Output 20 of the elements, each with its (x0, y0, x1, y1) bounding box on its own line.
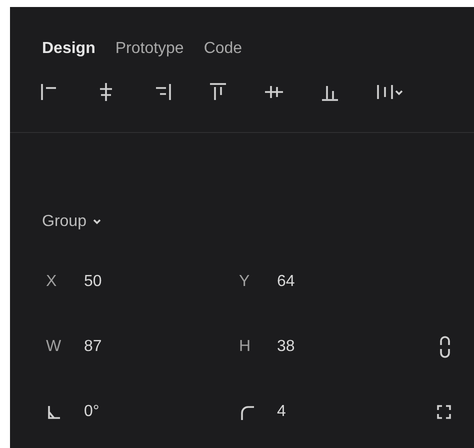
field-label: X (46, 272, 58, 290)
field-label: W (46, 338, 62, 356)
panel-tab[interactable]: Code (204, 38, 242, 60)
panel-tab[interactable]: Prototype (115, 38, 184, 60)
field-value[interactable]: 38 (277, 338, 295, 356)
panel-tab[interactable]: Design (42, 38, 96, 60)
constrain-proportions-icon[interactable] (438, 334, 452, 360)
field-value[interactable]: 50 (84, 272, 102, 290)
corner-radius-icon (239, 404, 255, 420)
independent-corners-icon[interactable] (436, 404, 452, 420)
angle-icon (46, 404, 62, 420)
field-value[interactable]: 64 (277, 272, 295, 290)
field-label: H (239, 338, 252, 356)
field-value[interactable]: 0° (84, 402, 100, 420)
chevron-down-icon (92, 217, 102, 227)
align-top-icon (208, 82, 228, 102)
field-value[interactable]: 4 (277, 402, 286, 420)
field-value[interactable]: 87 (84, 338, 102, 356)
field-label: Y (239, 272, 251, 290)
layer-type-dropdown[interactable]: Group (42, 213, 102, 231)
